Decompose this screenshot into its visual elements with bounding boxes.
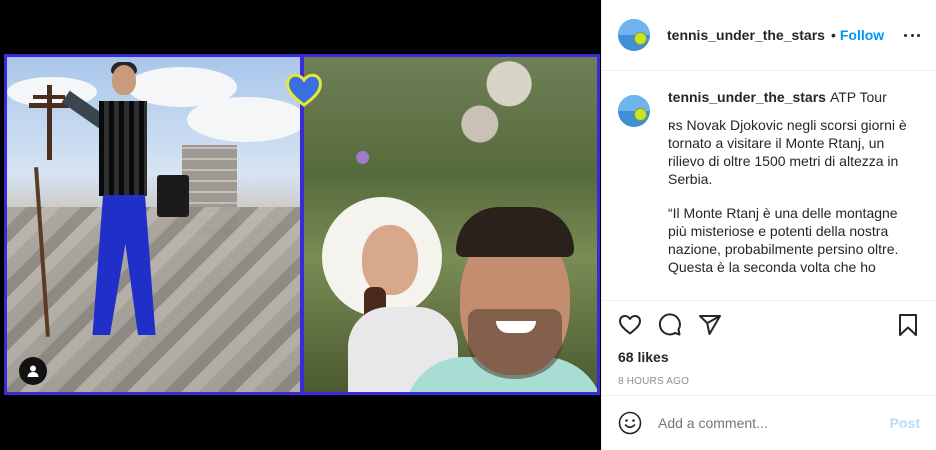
selfie-photo	[304, 57, 597, 392]
heart-icon[interactable]	[618, 313, 642, 337]
comment-input[interactable]	[658, 415, 890, 431]
caption-section: tennis_under_the_stars ATP Tour ʀs Novak …	[602, 72, 936, 300]
caption-username[interactable]: tennis_under_the_stars	[668, 89, 826, 105]
post-header: tennis_under_the_stars • Follow	[602, 0, 936, 71]
share-icon[interactable]	[698, 313, 722, 337]
follow-button[interactable]: Follow	[840, 27, 884, 43]
caption-paragraph: “Il Monte Rtanj è una delle montagne più…	[668, 205, 899, 275]
separator-dot: •	[830, 27, 836, 43]
comment-icon[interactable]	[658, 313, 682, 337]
mountain-summit-photo	[7, 57, 300, 392]
emoji-icon[interactable]	[618, 411, 642, 435]
post-timestamp[interactable]: 8 hours ago	[618, 376, 920, 387]
more-options-icon[interactable]	[904, 27, 920, 43]
post-actions: 68 likes 8 hours ago	[602, 300, 936, 394]
post-comment-button[interactable]: Post	[890, 415, 920, 431]
caption-paragraph: ʀs Novak Djokovic negli scorsi giorni è …	[668, 117, 907, 187]
bookmark-icon[interactable]	[896, 313, 920, 337]
photo-collage	[4, 54, 600, 395]
avatar[interactable]	[618, 95, 650, 127]
username-link[interactable]: tennis_under_the_stars	[667, 27, 825, 43]
heart-sticker-icon	[286, 73, 322, 107]
user-tag-icon[interactable]	[19, 357, 47, 385]
comment-bar: Post	[602, 395, 936, 450]
post-sidebar: tennis_under_the_stars • Follow tennis_u…	[601, 0, 936, 450]
post-media[interactable]	[0, 0, 601, 450]
likes-count[interactable]: 68 likes	[618, 349, 920, 365]
caption-location: ATP Tour	[829, 89, 887, 105]
avatar[interactable]	[618, 19, 650, 51]
